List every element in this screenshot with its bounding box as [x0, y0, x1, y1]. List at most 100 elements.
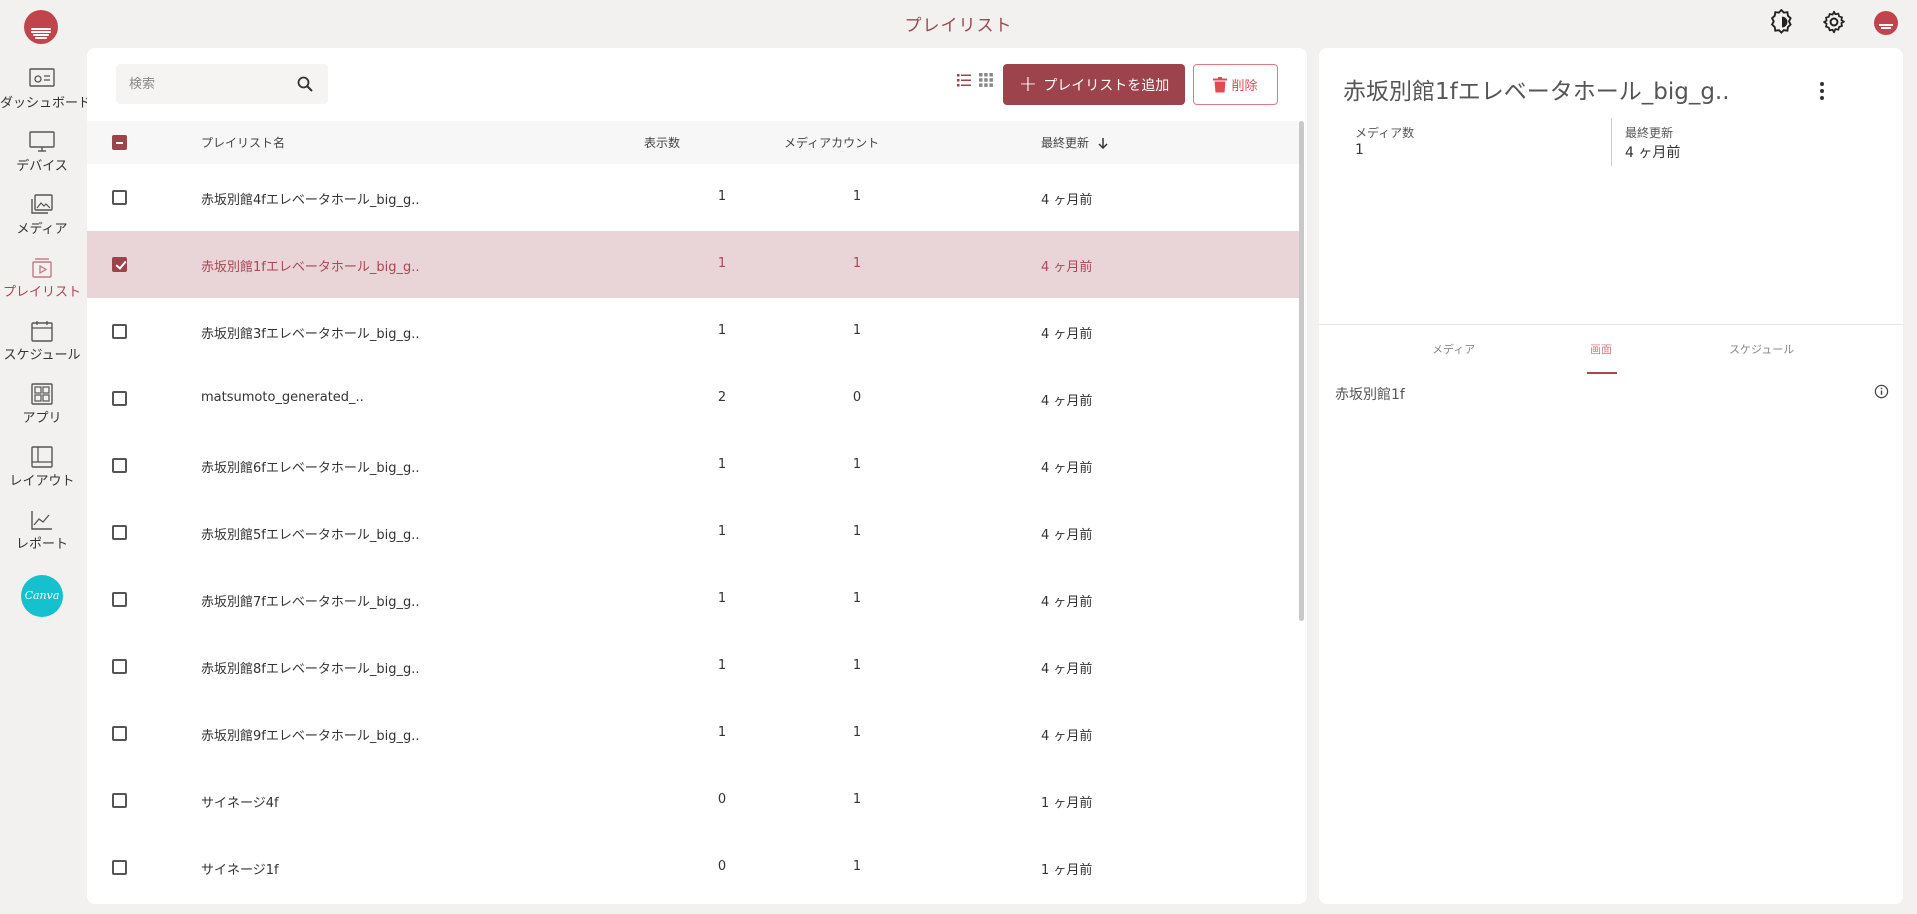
row-checkbox[interactable] — [112, 659, 127, 674]
media-count-label: メディア数 — [1355, 126, 1415, 140]
sidebar-item-label: ダッシュボード — [0, 96, 92, 111]
sidebar-item-label: デバイス — [16, 159, 68, 174]
table-row[interactable]: サイネージ1f 0 1 1 ヶ月前 — [87, 834, 1299, 901]
sidebar-item-report[interactable]: レポート — [0, 503, 84, 563]
row-checkbox[interactable] — [112, 458, 127, 473]
plus-icon: + — [1018, 71, 1038, 97]
cell-media-count: 1 — [852, 792, 862, 807]
cell-name: 赤坂別館8fエレベータホール_big_g.. — [201, 662, 420, 677]
table-scrollbar[interactable] — [1299, 121, 1304, 621]
cell-display-count: 1 — [717, 658, 727, 673]
search-box — [116, 64, 328, 104]
playlist-detail-panel: 赤坂別館1fエレベータホール_big_g.. メディア数 1 最終更新 4 ヶ月… — [1319, 48, 1903, 904]
tab-media[interactable]: メディア — [1432, 341, 1475, 357]
cell-name: 赤坂別館1fエレベータホール_big_g.. — [201, 260, 420, 275]
page-title: プレイリスト — [904, 16, 1013, 36]
search-icon[interactable] — [296, 75, 314, 93]
screens-list: 赤坂別館1f — [1319, 374, 1903, 904]
row-checkbox[interactable] — [112, 592, 127, 607]
cell-display-count: 1 — [717, 591, 727, 606]
cell-media-count: 1 — [852, 591, 862, 606]
cell-updated: 4 ヶ月前 — [1041, 327, 1093, 342]
row-checkbox[interactable] — [112, 726, 127, 741]
cell-name: matsumoto_generated_.. — [201, 390, 364, 405]
table-row[interactable]: 赤坂別館3fエレベータホール_big_g.. 1 1 4 ヶ月前 — [87, 298, 1299, 365]
media-count-value: 1 — [1355, 142, 1364, 158]
row-checkbox[interactable] — [112, 860, 127, 875]
sidebar-item-devices[interactable]: デバイス — [0, 125, 84, 185]
table-row[interactable]: 赤坂別館8fエレベータホール_big_g.. 1 1 4 ヶ月前 — [87, 633, 1299, 700]
table-row[interactable]: 赤坂別館9fエレベータホール_big_g.. 1 1 4 ヶ月前 — [87, 700, 1299, 767]
row-checkbox[interactable] — [112, 257, 127, 272]
sidebar-item-dashboard[interactable]: ダッシュボード — [0, 62, 92, 122]
settings-gear-icon[interactable] — [1821, 9, 1847, 35]
table-row[interactable]: 赤坂別館1fエレベータホール_big_g.. 1 1 4 ヶ月前 — [87, 231, 1299, 298]
cell-media-count: 1 — [852, 859, 862, 874]
row-checkbox[interactable] — [112, 525, 127, 540]
sidebar-item-apps[interactable]: アプリ — [0, 377, 84, 437]
add-playlist-button[interactable]: + プレイリストを追加 — [1003, 64, 1185, 105]
select-all-checkbox[interactable] — [112, 135, 127, 150]
row-checkbox[interactable] — [112, 324, 127, 339]
sidebar-item-playlist[interactable]: プレイリスト — [0, 251, 84, 311]
table-header: プレイリスト名 表示数 メディアカウント 最終更新 — [87, 121, 1299, 164]
layout-icon — [31, 446, 53, 468]
delete-button[interactable]: 削除 — [1193, 64, 1278, 105]
cell-display-count: 1 — [717, 323, 727, 338]
user-avatar[interactable] — [1874, 11, 1898, 35]
row-checkbox[interactable] — [112, 190, 127, 205]
cell-name: 赤坂別館9fエレベータホール_big_g.. — [201, 729, 420, 744]
sidebar-item-layout[interactable]: レイアウト — [0, 440, 84, 500]
cell-media-count: 1 — [852, 725, 862, 740]
sidebar-item-label: スケジュール — [3, 348, 81, 363]
table-row[interactable]: サイネージ4f 0 1 1 ヶ月前 — [87, 767, 1299, 834]
row-checkbox[interactable] — [112, 793, 127, 808]
stat-divider — [1611, 118, 1612, 166]
row-checkbox[interactable] — [112, 391, 127, 406]
header-media-count[interactable]: メディアカウント — [784, 134, 879, 151]
last-updated-label: 最終更新 — [1625, 126, 1674, 140]
theme-toggle-icon[interactable] — [1769, 8, 1795, 35]
cell-name: 赤坂別館5fエレベータホール_big_g.. — [201, 528, 420, 543]
sidebar-item-schedule[interactable]: スケジュール — [0, 314, 84, 374]
header-last-updated[interactable]: 最終更新 — [1041, 134, 1109, 151]
sidebar-item-media[interactable]: メディア — [0, 188, 84, 248]
sidebar-item-label: プレイリスト — [2, 285, 81, 300]
detail-tabs: メディア 画面 スケジュール — [1319, 324, 1903, 374]
cell-updated: 4 ヶ月前 — [1041, 260, 1093, 275]
delete-label: 削除 — [1231, 79, 1258, 94]
table-row[interactable]: 赤坂別館4fエレベータホール_big_g.. 1 1 4 ヶ月前 — [87, 164, 1299, 231]
media-icon — [31, 194, 53, 214]
tab-screens[interactable]: 画面 — [1590, 341, 1612, 357]
cell-media-count: 1 — [852, 457, 862, 472]
calendar-icon — [31, 321, 53, 342]
header-display-count[interactable]: 表示数 — [644, 134, 680, 151]
table-row[interactable]: 赤坂別館7fエレベータホール_big_g.. 1 1 4 ヶ月前 — [87, 566, 1299, 633]
add-playlist-label: プレイリストを追加 — [1043, 77, 1170, 94]
grid-view-icon[interactable] — [978, 72, 994, 88]
search-input[interactable] — [116, 64, 296, 104]
screen-item[interactable]: 赤坂別館1f — [1335, 384, 1405, 404]
info-icon[interactable] — [1874, 384, 1889, 399]
sidebar-item-label: メディア — [16, 222, 68, 237]
cell-display-count: 1 — [717, 725, 727, 740]
table-row[interactable]: 赤坂別館6fエレベータホール_big_g.. 1 1 4 ヶ月前 — [87, 432, 1299, 499]
canva-button[interactable]: Canva — [21, 575, 63, 617]
sidebar-item-label: レポート — [15, 537, 68, 552]
table-row[interactable]: matsumoto_generated_.. 2 0 4 ヶ月前 — [87, 365, 1299, 432]
cell-name: 赤坂別館4fエレベータホール_big_g.. — [201, 193, 420, 208]
sort-down-arrow-icon — [1098, 138, 1108, 150]
cell-media-count: 0 — [852, 390, 862, 405]
more-options-icon[interactable] — [1820, 82, 1824, 103]
cell-display-count: 1 — [717, 457, 727, 472]
dashboard-icon — [29, 68, 55, 87]
cell-media-count: 1 — [852, 256, 862, 271]
trash-icon — [1213, 76, 1228, 92]
header-last-updated-label: 最終更新 — [1041, 136, 1090, 150]
header-playlist-name[interactable]: プレイリスト名 — [201, 134, 285, 151]
list-view-icon[interactable] — [956, 72, 972, 88]
table-row[interactable]: 赤坂別館5fエレベータホール_big_g.. 1 1 4 ヶ月前 — [87, 499, 1299, 566]
last-updated-value: 4 ヶ月前 — [1625, 145, 1681, 161]
tab-schedule[interactable]: スケジュール — [1729, 341, 1794, 357]
cell-name: 赤坂別館3fエレベータホール_big_g.. — [201, 327, 420, 342]
